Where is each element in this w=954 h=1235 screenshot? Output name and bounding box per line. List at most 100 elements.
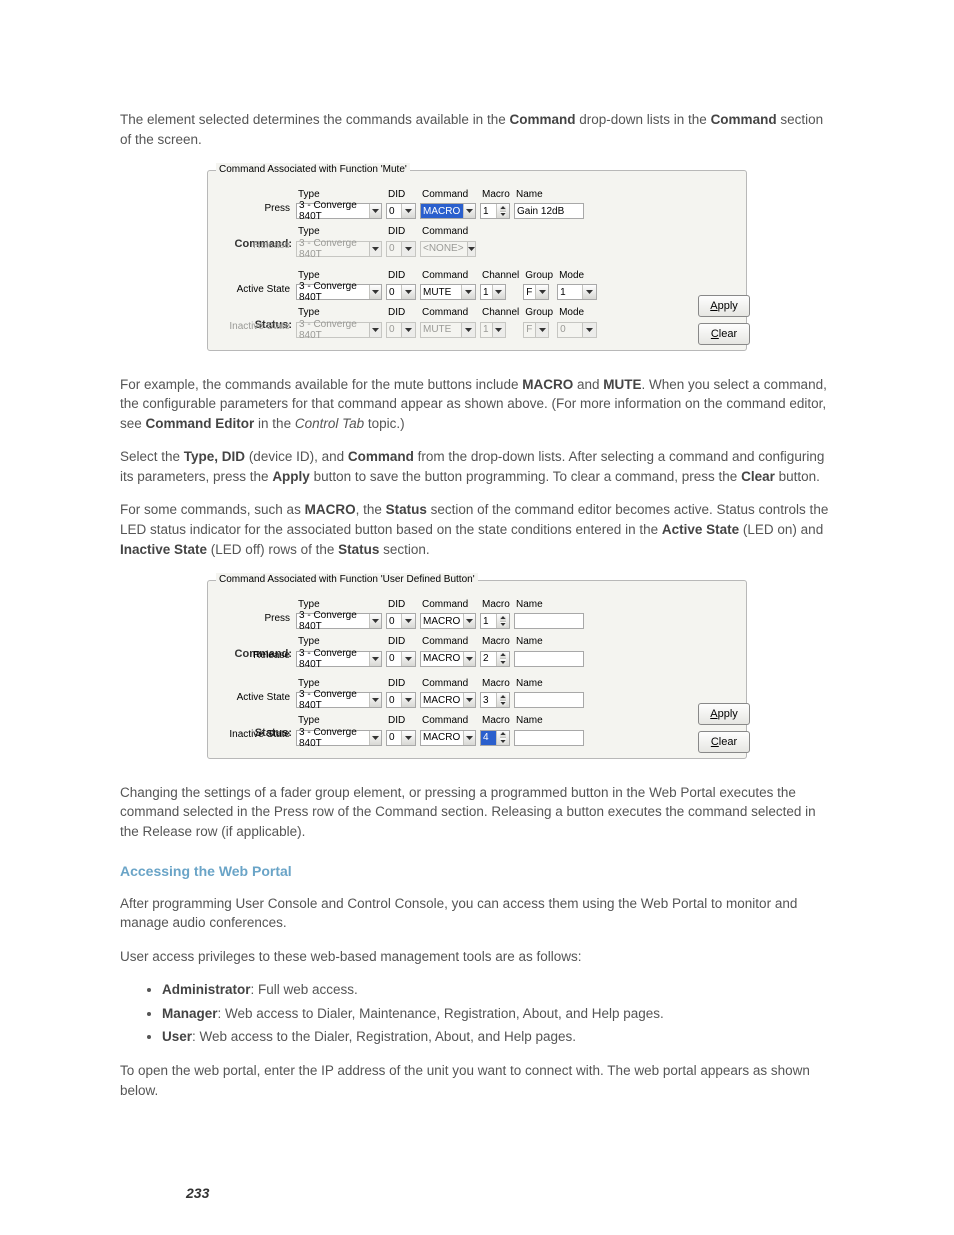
row-label: Release <box>216 239 290 254</box>
channel-select: 1 <box>480 322 506 338</box>
col-header: Command <box>420 225 480 241</box>
paragraph: Changing the settings of a fader group e… <box>120 783 834 842</box>
col-header: Mode <box>557 269 601 285</box>
command-select[interactable]: MACRO <box>420 730 476 746</box>
chevron-down-icon <box>401 731 415 745</box>
type-select[interactable]: 3 - Converge 840T <box>296 613 382 629</box>
type-select[interactable]: 3 - Converge 840T <box>296 692 382 708</box>
row-label: Inactive State <box>216 728 290 743</box>
chevron-down-icon <box>401 285 415 299</box>
chevron-down-icon <box>369 323 381 337</box>
did-select: 0 <box>386 241 416 257</box>
chevron-down-icon <box>500 700 506 708</box>
macro-spinner[interactable]: 1 <box>480 613 510 629</box>
bold: Command <box>711 112 777 127</box>
apply-button[interactable]: Apply <box>698 295 750 317</box>
list-item: Administrator: Full web access. <box>162 980 834 1000</box>
command-select[interactable]: MACRO <box>420 692 476 708</box>
command-select[interactable]: MUTE <box>420 284 476 300</box>
chevron-down-icon <box>369 731 381 745</box>
chevron-down-icon <box>461 285 475 299</box>
fieldset-legend: Command Associated with Function 'User D… <box>216 573 478 588</box>
col-header: DID <box>386 598 420 614</box>
col-header: Command <box>420 269 480 285</box>
apply-button[interactable]: Apply <box>698 703 750 725</box>
group-select[interactable]: F <box>523 284 549 300</box>
chevron-down-icon <box>500 211 506 219</box>
did-select: 0 <box>386 322 416 338</box>
macro-spinner[interactable]: 4 <box>480 730 510 746</box>
col-header: Macro <box>480 188 514 204</box>
col-header: Name <box>514 714 588 730</box>
col-header: Command <box>420 188 480 204</box>
paragraph: For example, the commands available for … <box>120 375 834 434</box>
page-number: 233 <box>186 1183 209 1203</box>
paragraph: The element selected determines the comm… <box>120 110 834 149</box>
col-header: Command <box>420 714 480 730</box>
macro-spinner[interactable]: 1 <box>480 203 510 219</box>
chevron-down-icon <box>401 242 415 256</box>
chevron-down-icon <box>492 285 505 299</box>
did-select[interactable]: 0 <box>386 651 416 667</box>
fieldset-legend: Command Associated with Function 'Mute' <box>216 163 410 178</box>
paragraph: For some commands, such as MACRO, the St… <box>120 500 834 559</box>
chevron-down-icon <box>463 731 475 745</box>
chevron-down-icon <box>467 242 475 256</box>
section-heading: Accessing the Web Portal <box>120 861 834 881</box>
command-select[interactable]: MACRO <box>420 613 476 629</box>
type-select[interactable]: 3 - Converge 840T <box>296 651 382 667</box>
type-select: 3 - Converge 840T <box>296 241 382 257</box>
chevron-down-icon <box>369 242 381 256</box>
clear-button[interactable]: Clear <box>698 323 750 345</box>
command-select[interactable]: MACRO <box>420 651 476 667</box>
col-header: DID <box>386 188 420 204</box>
chevron-down-icon <box>369 285 381 299</box>
command-editor-userbutton: Command Associated with Function 'User D… <box>120 573 834 759</box>
chevron-down-icon <box>401 652 415 666</box>
bold: Command <box>509 112 575 127</box>
chevron-down-icon <box>369 693 381 707</box>
type-select[interactable]: 3 - Converge 840T <box>296 284 382 300</box>
name-field[interactable] <box>514 730 584 746</box>
name-field[interactable]: Gain 12dB <box>514 203 584 219</box>
channel-select[interactable]: 1 <box>480 284 506 300</box>
did-select[interactable]: 0 <box>386 613 416 629</box>
chevron-down-icon <box>582 323 596 337</box>
name-field[interactable] <box>514 613 584 629</box>
chevron-down-icon <box>492 323 505 337</box>
command-select: <NONE> <box>420 241 476 257</box>
col-header: Macro <box>480 677 514 693</box>
type-select[interactable]: 3 - Converge 840T <box>296 730 382 746</box>
col-header: Group <box>523 306 557 322</box>
did-select[interactable]: 0 <box>386 203 416 219</box>
command-editor-mute: Command Associated with Function 'Mute' … <box>120 163 834 351</box>
command-select[interactable]: MACRO <box>420 203 476 219</box>
chevron-down-icon <box>463 652 475 666</box>
macro-spinner[interactable]: 2 <box>480 651 510 667</box>
paragraph: User access privileges to these web-base… <box>120 947 834 967</box>
col-header: DID <box>386 677 420 693</box>
name-field[interactable] <box>514 651 584 667</box>
macro-spinner[interactable]: 3 <box>480 692 510 708</box>
type-select[interactable]: 3 - Converge 840T <box>296 203 382 219</box>
type-select: 3 - Converge 840T <box>296 322 382 338</box>
col-header: Name <box>514 598 588 614</box>
did-select[interactable]: 0 <box>386 284 416 300</box>
clear-button[interactable]: Clear <box>698 731 750 753</box>
text: drop-down lists in the <box>575 112 710 127</box>
chevron-down-icon <box>401 693 415 707</box>
col-header: Command <box>420 306 480 322</box>
mode-select: 0 <box>557 322 597 338</box>
did-select[interactable]: 0 <box>386 730 416 746</box>
row-label: Inactive State <box>216 320 290 335</box>
did-select[interactable]: 0 <box>386 692 416 708</box>
chevron-down-icon <box>535 323 548 337</box>
chevron-down-icon <box>369 614 381 628</box>
name-field[interactable] <box>514 692 584 708</box>
paragraph: Select the Type, DID (device ID), and Co… <box>120 447 834 486</box>
col-header: Command <box>420 635 480 651</box>
mode-select[interactable]: 1 <box>557 284 597 300</box>
row-label: Active State <box>216 283 290 298</box>
paragraph: To open the web portal, enter the IP add… <box>120 1061 834 1100</box>
list-item: Manager: Web access to Dialer, Maintenan… <box>162 1004 834 1024</box>
